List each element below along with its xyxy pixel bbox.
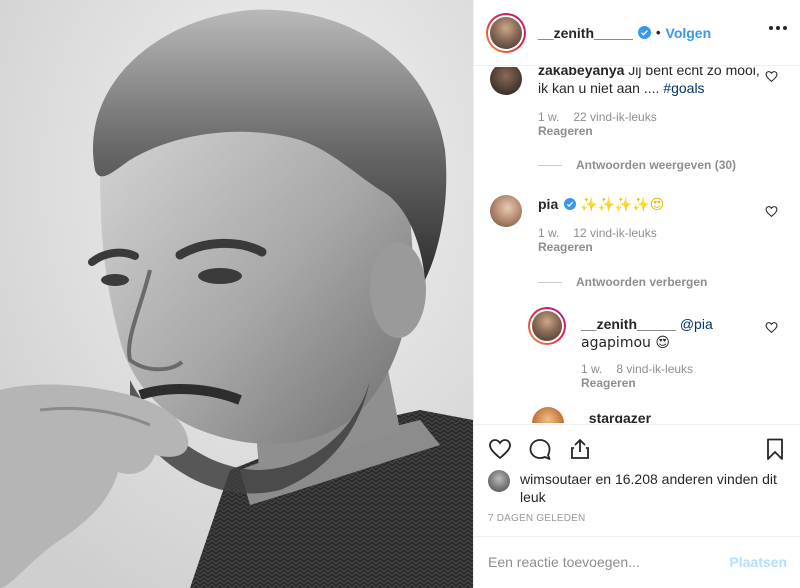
reply-mention[interactable]: @pia: [680, 316, 713, 332]
reply-button[interactable]: Reageren: [538, 240, 593, 254]
liker-username[interactable]: wimsoutaer: [520, 471, 592, 487]
comments-list[interactable]: zakabeyanya Jij bent echt zo mooi, ik ka…: [474, 67, 800, 423]
post-comment-button[interactable]: Plaatsen: [729, 554, 787, 570]
verified-badge-icon: [564, 198, 577, 210]
reply-username[interactable]: __zenith_____: [581, 316, 676, 332]
more-options-icon[interactable]: [769, 26, 787, 30]
comment-icon[interactable]: [528, 437, 552, 461]
hide-replies-button[interactable]: Antwoorden verbergen: [538, 275, 707, 289]
comment-hashtag[interactable]: #goals: [663, 80, 704, 96]
reply-meta: 1 w. 8 vind-ik-leuks: [581, 362, 693, 377]
reply-author-avatar[interactable]: [528, 307, 566, 345]
comment-likes[interactable]: 12 vind-ik-leuks: [573, 226, 656, 240]
comment-body: ✨✨✨✨😍: [580, 197, 665, 213]
comment-meta: 1 w. 12 vind-ik-leuks: [538, 226, 657, 241]
follow-button[interactable]: Volgen: [666, 25, 712, 41]
post-actions-bar: [474, 424, 800, 472]
commenter-avatar[interactable]: [532, 407, 564, 423]
reply-time: 1 w.: [581, 362, 603, 376]
reply-body: agapimou 😍: [581, 335, 670, 351]
reply-text: __zenith_____ @pia agapimou 😍: [581, 315, 766, 352]
commenter-avatar[interactable]: [490, 195, 522, 227]
reply-button[interactable]: Reageren: [538, 124, 593, 138]
comment-username[interactable]: _stargazer: [581, 410, 651, 423]
author-avatar[interactable]: [486, 12, 526, 53]
view-replies-button[interactable]: Antwoorden weergeven (30): [538, 158, 736, 172]
comment-username[interactable]: pia: [538, 196, 558, 212]
add-comment-bar: Een reactie toevoegen... Plaatsen: [474, 536, 800, 588]
comment-username[interactable]: zakabeyanya: [538, 67, 624, 78]
reply-like-heart-icon[interactable]: [765, 321, 778, 334]
comment-meta: 1 w. 22 vind-ik-leuks: [538, 110, 657, 125]
reply-likes[interactable]: 8 vind-ik-leuks: [616, 362, 693, 376]
hide-replies-label: Antwoorden verbergen: [576, 275, 708, 289]
comment-text: zakabeyanya Jij bent echt zo mooi, ik ka…: [538, 67, 763, 97]
comment-like-heart-icon[interactable]: [765, 70, 778, 83]
post-header: __zenith_____ • Volgen: [474, 0, 800, 66]
commenter-avatar[interactable]: [490, 67, 522, 95]
share-icon[interactable]: [568, 437, 592, 461]
comment-text: pia ✨✨✨✨😍: [538, 195, 763, 214]
liker-avatar[interactable]: [488, 470, 510, 492]
comment-input[interactable]: Een reactie toevoegen...: [488, 554, 640, 570]
comment-like-heart-icon[interactable]: [765, 205, 778, 218]
comment-likes[interactable]: 22 vind-ik-leuks: [573, 110, 656, 124]
post-date[interactable]: 7 DAGEN GELEDEN: [488, 513, 585, 524]
bookmark-icon[interactable]: [763, 437, 787, 461]
verified-badge-icon: [637, 26, 651, 39]
likes-text: wimsoutaer en 16.208 anderen vinden dit …: [520, 470, 780, 506]
reply-button[interactable]: Reageren: [581, 376, 636, 390]
comment-text: _stargazer: [581, 409, 651, 423]
heart-icon[interactable]: [488, 437, 512, 461]
header-separator: •: [655, 25, 661, 40]
view-replies-label: Antwoorden weergeven (30): [576, 158, 737, 172]
post-side-panel: __zenith_____ • Volgen zakabeyanya Jij b…: [473, 0, 800, 588]
comment-time: 1 w.: [538, 226, 560, 240]
comment-time: 1 w.: [538, 110, 560, 124]
post-photo[interactable]: [0, 0, 473, 588]
author-username[interactable]: __zenith_____: [538, 25, 633, 41]
